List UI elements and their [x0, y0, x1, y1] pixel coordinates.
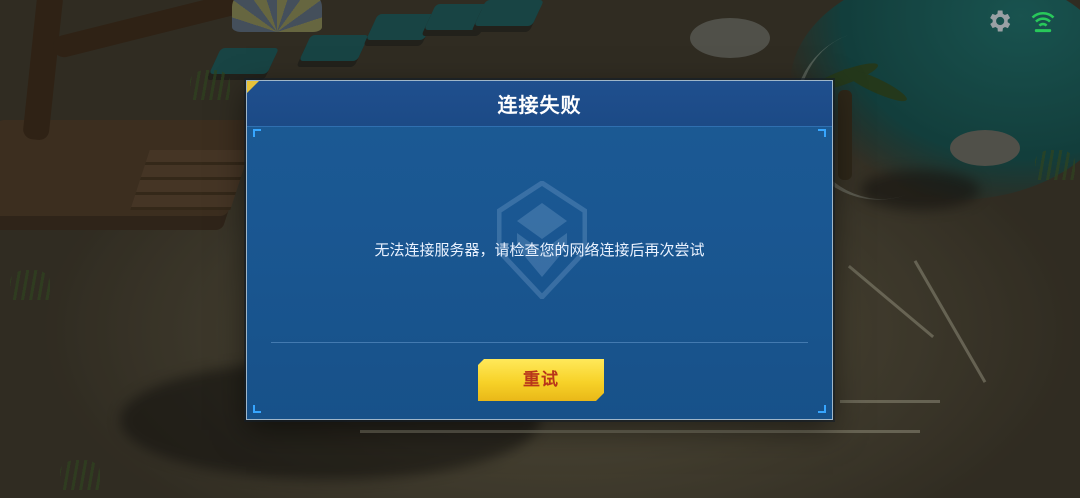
- error-message: 无法连接服务器，请检查您的网络连接后再次尝试: [374, 241, 705, 259]
- network-status: [1028, 6, 1058, 36]
- corner-bracket-icon: [818, 129, 826, 137]
- wifi-signal-icon: [1031, 12, 1055, 33]
- gear-icon: [990, 10, 1011, 32]
- retry-button-label: 重试: [523, 370, 559, 389]
- corner-bracket-icon: [253, 405, 261, 413]
- corner-bracket-icon: [818, 405, 826, 413]
- corner-flag-icon: [247, 81, 259, 93]
- dialog-title: 连接失败: [497, 93, 582, 117]
- connection-failed-dialog: 连接失败 无法连接服务器，请检查您的网络连接后再次尝试 重试: [246, 80, 833, 420]
- settings-button[interactable]: [984, 6, 1014, 36]
- retry-button[interactable]: 重试: [478, 359, 604, 401]
- dialog-header: 连接失败: [247, 81, 832, 127]
- divider: [271, 342, 808, 343]
- corner-bracket-icon: [253, 129, 261, 137]
